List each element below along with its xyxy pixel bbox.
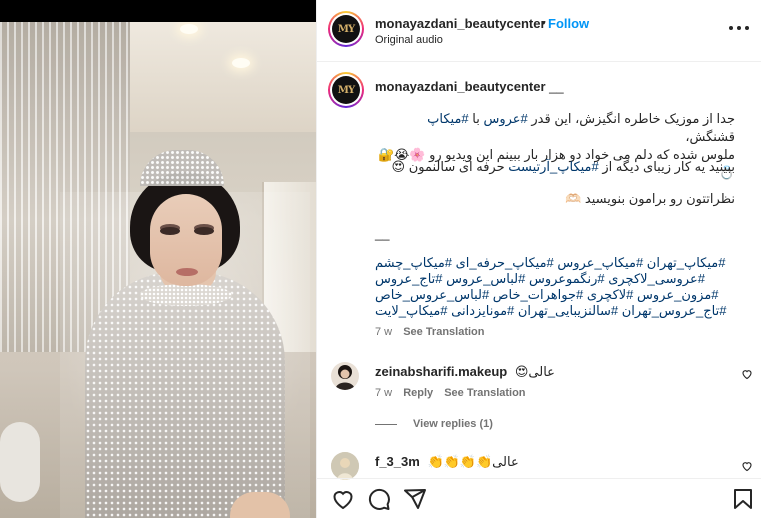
commenter-avatar[interactable] [331,362,359,390]
hashtag-link[interactable]: #میکاپ_آرتیست [508,159,599,174]
share-icon[interactable] [403,487,427,511]
view-replies-label[interactable]: View replies (1) [413,418,493,430]
commenter-username[interactable]: zeinabsharifi.makeup [375,364,507,379]
author-avatar[interactable]: MY [328,11,364,47]
post-media[interactable] [0,0,316,518]
pillow [0,422,40,502]
hashtag-line[interactable]: #مزون_عروس #لاکچری #جواهرات_خاص #لباس_عر… [375,287,755,303]
caption-paragraph-3: نظراتتون رو برامون بنویسید 🫶🏻 [377,190,735,208]
caption-username-line: monayazdani_beautycenter __ [375,79,564,94]
caption-paragraph-2: ببینید یه کار زیبای دیگه از #میکاپ_آرتیس… [377,158,735,176]
hashtag-link[interactable]: #میکاپ [427,111,469,126]
caption-meta: 7 w See Translation [375,326,485,338]
post-video[interactable] [0,22,316,518]
more-options-icon[interactable] [729,18,749,38]
comment-line: zeinabsharifi.makeup عالی😍 [375,364,555,380]
replies-line [375,423,397,425]
like-comment-icon[interactable] [741,460,753,472]
left-eye [160,227,180,235]
comment-text: عالی😍 [514,364,555,379]
ceiling-light [180,24,198,34]
caption-text: با [468,111,484,126]
caption-text: قشنگش، [685,129,735,144]
dress-collar [140,284,232,306]
post-side-panel: MY monayazdani_beautycenter • Follow Ori… [316,0,761,518]
hashtag-line[interactable]: #تاج_عروس_تهران #سالنزیبایی_تهران #مونای… [375,303,755,319]
bookmark-icon[interactable] [731,487,755,511]
view-replies-button[interactable]: View replies (1) [375,418,493,430]
see-translation-link[interactable]: See Translation [403,326,484,338]
post-header: MY monayazdani_beautycenter • Follow Ori… [317,0,761,62]
commenter-username[interactable]: f_3_3m [375,454,420,469]
ceiling-light [232,58,250,68]
audio-label[interactable]: Original audio [375,34,443,46]
caption-username-suffix: __ [549,79,564,94]
caption-author-avatar[interactable]: MY [328,72,364,108]
tiara [140,150,224,186]
commenter-avatar[interactable] [331,452,359,480]
comment-meta: 7 w Reply See Translation [375,387,526,399]
comment-text: عالی👏👏👏👏 [427,454,519,469]
right-eye [194,227,214,235]
separator-dot: • [541,15,546,30]
comment-timestamp[interactable]: 7 w [375,387,392,399]
hashtag-link[interactable]: #عروس [483,111,527,126]
comment-line: f_3_3m عالی👏👏👏👏 [375,454,519,470]
like-comment-icon[interactable] [741,368,753,380]
author-username[interactable]: monayazdani_beautycenter [375,16,546,31]
brand-logo: MY [332,76,360,104]
caption-timestamp[interactable]: 7 w [375,326,392,338]
hashtag-line[interactable]: #عروسی_لاکچری #رنگموعروس #لباس_عروس #تاج… [375,271,755,287]
comment-icon[interactable] [367,487,391,511]
follow-button[interactable]: Follow [548,16,589,31]
hashtag-block[interactable]: #میکاپ_تهران #میکاپ_عروس #میکاپ_حرفه_ای … [375,255,755,319]
caption-text: حرفه ای سالنمون 😍 [391,159,509,174]
brand-logo: MY [332,15,360,43]
see-translation-link[interactable]: See Translation [444,387,525,399]
ceiling-background [130,22,316,132]
caption-text: جدا از موزیک خاطره انگیزش، این قدر [527,111,735,126]
caption-text: نظراتتون رو برامون بنویسید 🫶🏻 [565,191,735,206]
reply-button[interactable]: Reply [403,387,433,399]
caption-divider: __ [375,226,390,241]
caption-username[interactable]: monayazdani_beautycenter [375,79,546,94]
caption-text: ببینید یه کار زیبای دیگه از [598,159,735,174]
post-action-bar [317,478,761,518]
lips [176,268,198,276]
hashtag-line[interactable]: #میکاپ_تهران #میکاپ_عروس #میکاپ_حرفه_ای … [375,255,755,271]
heart-icon[interactable] [331,487,355,511]
bridal-dress [85,272,285,518]
